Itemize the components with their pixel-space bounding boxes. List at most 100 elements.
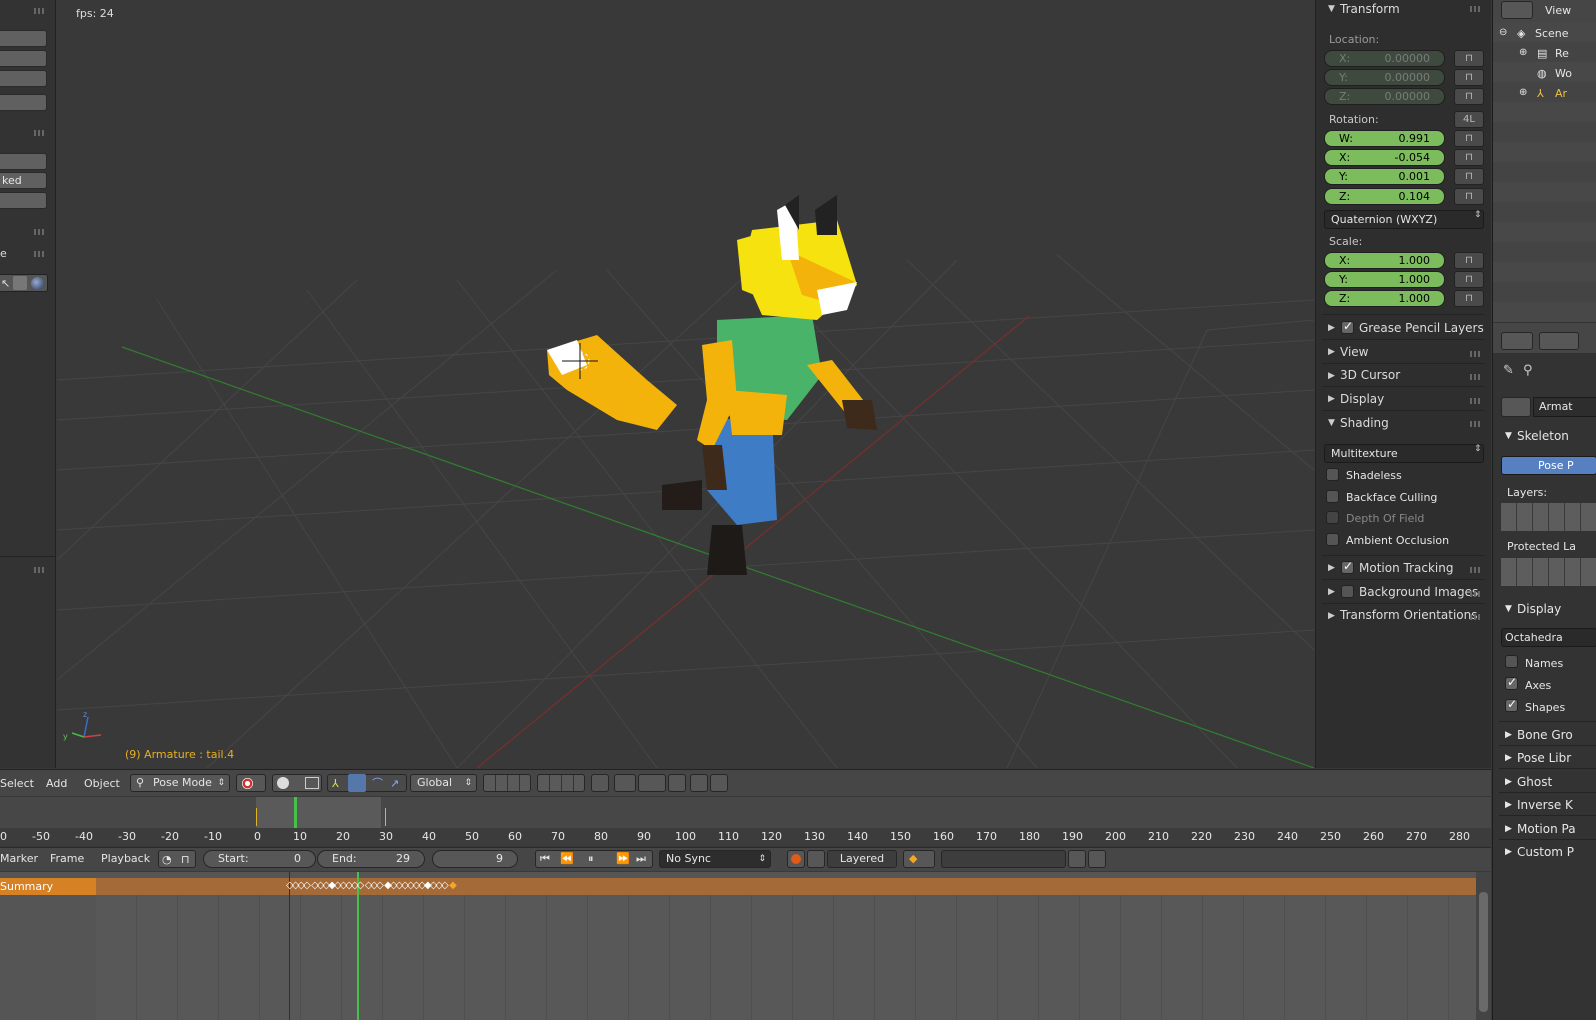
keyframe-type-button[interactable]: ◆: [903, 850, 935, 868]
editor-type-button[interactable]: [1501, 332, 1533, 350]
collapsed-triangle-icon[interactable]: ▶: [1328, 587, 1335, 597]
shelf-grip[interactable]: [34, 8, 46, 14]
timeline-ruler[interactable]: 0 -50 -40 -30 -20 -10 0 10 20 30 40 50 6…: [0, 828, 1491, 846]
outliner-item[interactable]: Wo: [1555, 67, 1572, 80]
rotation-4l-button[interactable]: 4L: [1454, 111, 1484, 128]
timeline-area[interactable]: 0 -50 -40 -30 -20 -10 0 10 20 30 40 50 6…: [0, 797, 1491, 846]
scale-x-field[interactable]: X: 1.000: [1324, 252, 1445, 269]
shelf-button-5[interactable]: [0, 153, 47, 170]
editor-type-button[interactable]: [1501, 1, 1533, 19]
inverse-kinematics-header[interactable]: Inverse K: [1517, 798, 1573, 812]
current-frame-field[interactable]: 9: [432, 850, 518, 868]
collapsed-triangle-icon[interactable]: ▶: [1505, 824, 1512, 834]
lock-icon[interactable]: ⊓: [1454, 149, 1484, 166]
world-icon[interactable]: [31, 277, 44, 290]
panel-grip[interactable]: [1470, 6, 1482, 12]
3d-viewport[interactable]: z y fps: 24 (9) Armature : tail.4: [57, 0, 1314, 768]
preview-range-toggle[interactable]: ◔ ⊓: [158, 850, 196, 868]
frame-menu[interactable]: Frame: [50, 852, 84, 865]
shelf-grip[interactable]: [34, 567, 46, 573]
snap-icon[interactable]: [638, 774, 666, 792]
layers-grid-2[interactable]: [537, 774, 585, 792]
pivot-button[interactable]: [272, 774, 322, 792]
collapsed-triangle-icon[interactable]: ▶: [1505, 753, 1512, 763]
shelf-button-7[interactable]: [0, 192, 47, 209]
record-icon[interactable]: [787, 850, 805, 868]
cursor-icon[interactable]: ↖: [1, 277, 10, 290]
pose-position-button[interactable]: Pose P: [1501, 456, 1596, 475]
expanded-triangle-icon[interactable]: ▼: [1505, 431, 1512, 441]
backface-culling-checkbox[interactable]: [1326, 490, 1339, 503]
lock-icon[interactable]: ⊓: [1454, 168, 1484, 185]
rotation-z-field[interactable]: Z: 0.104: [1324, 188, 1445, 205]
delete-keyframe-icon[interactable]: [1088, 850, 1106, 868]
pin-icon[interactable]: ✎: [1503, 363, 1514, 378]
jump-key-back-icon[interactable]: ⏪: [560, 851, 574, 867]
outliner-list[interactable]: ⊖ ◈ Scene ⊕ ▤ Re ◍ Wo ⊕ ⅄ Ar: [1493, 22, 1596, 322]
pause-icon[interactable]: ⏸: [588, 851, 594, 867]
add-menu[interactable]: Add: [46, 777, 67, 790]
collapsed-triangle-icon[interactable]: ▶: [1505, 777, 1512, 787]
expanded-triangle-icon[interactable]: ▼: [1328, 418, 1335, 428]
shelf-grip[interactable]: [34, 251, 46, 257]
background-images-header[interactable]: Background Images: [1359, 585, 1478, 599]
select-menu[interactable]: Select: [0, 777, 34, 790]
texture-icon[interactable]: [13, 276, 27, 290]
rotation-x-field[interactable]: X: -0.054: [1324, 149, 1445, 166]
translate-icon[interactable]: [348, 774, 366, 792]
context-tabs[interactable]: [1539, 332, 1579, 350]
shading-header[interactable]: Shading: [1340, 416, 1389, 430]
display-header[interactable]: Display: [1340, 392, 1384, 406]
3d-cursor-header[interactable]: 3D Cursor: [1340, 368, 1400, 382]
viewport-shading-button[interactable]: [236, 774, 266, 792]
panel-grip[interactable]: [1470, 351, 1482, 357]
outliner-item-scene[interactable]: Scene: [1535, 27, 1569, 40]
shelf-button-3[interactable]: [0, 70, 47, 87]
collapsed-triangle-icon[interactable]: ▶: [1328, 323, 1335, 333]
background-images-checkbox[interactable]: [1341, 585, 1354, 598]
summary-channel[interactable]: Summary: [0, 878, 96, 895]
shelf-grip[interactable]: [34, 229, 46, 235]
names-checkbox[interactable]: [1505, 655, 1518, 668]
ao-checkbox[interactable]: [1326, 533, 1339, 546]
keyframes-row[interactable]: ◇◇◇◇ ◇◇◇◆◇◇◇◇◇ ◇◇◇ ◆◇◇◇◇◇◇◆◇◇◇ ◆: [286, 880, 457, 891]
axes-checkbox[interactable]: [1505, 675, 1518, 690]
transform-orientations-header[interactable]: Transform Orientations: [1340, 608, 1478, 622]
rotate-icon[interactable]: ⌒: [372, 776, 383, 792]
start-frame-field[interactable]: Start: 0: [203, 850, 316, 868]
jump-key-forward-icon[interactable]: ⏩: [616, 851, 630, 867]
playhead[interactable]: [294, 797, 297, 828]
keyframe-icon[interactable]: ◆: [449, 880, 457, 891]
dopesheet-scrollbar[interactable]: [1476, 872, 1491, 1020]
motion-paths-header[interactable]: Motion Pa: [1517, 822, 1576, 836]
jump-end-icon[interactable]: ⏭: [636, 851, 646, 867]
lock-icon[interactable]: ⊓: [1454, 271, 1484, 288]
outliner-item[interactable]: Re: [1555, 47, 1569, 60]
keying-mode-field[interactable]: Layered: [827, 850, 897, 868]
armature-name-field[interactable]: Armat: [1533, 397, 1596, 417]
motion-tracking-checkbox[interactable]: [1341, 559, 1354, 574]
lock-icon[interactable]: ⊓: [1454, 188, 1484, 205]
scale-icon[interactable]: ↗: [390, 776, 399, 792]
snap-target-icon[interactable]: [668, 774, 686, 792]
expanded-triangle-icon[interactable]: ▼: [1328, 4, 1335, 14]
sync-dropdown[interactable]: No Sync ⇕: [659, 850, 771, 868]
render-animation-icon[interactable]: [710, 774, 728, 792]
jump-start-icon[interactable]: ⏮: [540, 851, 550, 867]
lock-layers-icon[interactable]: [591, 774, 609, 792]
skeleton-header[interactable]: Skeleton: [1517, 429, 1569, 443]
manipulator-toggle-icon[interactable]: ⅄: [332, 776, 339, 792]
collapsed-triangle-icon[interactable]: ▶: [1328, 563, 1335, 573]
render-icon[interactable]: [690, 774, 708, 792]
shelf-grip[interactable]: [34, 130, 46, 136]
grease-pencil-checkbox[interactable]: [1341, 319, 1354, 334]
protected-layers-grid[interactable]: [1501, 558, 1596, 586]
shelf-button-6[interactable]: ked: [0, 172, 47, 189]
expand-icon[interactable]: ⊕: [1519, 47, 1527, 58]
panel-grip[interactable]: [1470, 374, 1482, 380]
collapse-icon[interactable]: ⊖: [1499, 27, 1507, 38]
rotation-y-field[interactable]: Y: 0.001: [1324, 168, 1445, 185]
object-menu[interactable]: Object: [84, 777, 120, 790]
active-keying-set-field[interactable]: [941, 850, 1066, 868]
panel-grip[interactable]: [1470, 567, 1482, 573]
